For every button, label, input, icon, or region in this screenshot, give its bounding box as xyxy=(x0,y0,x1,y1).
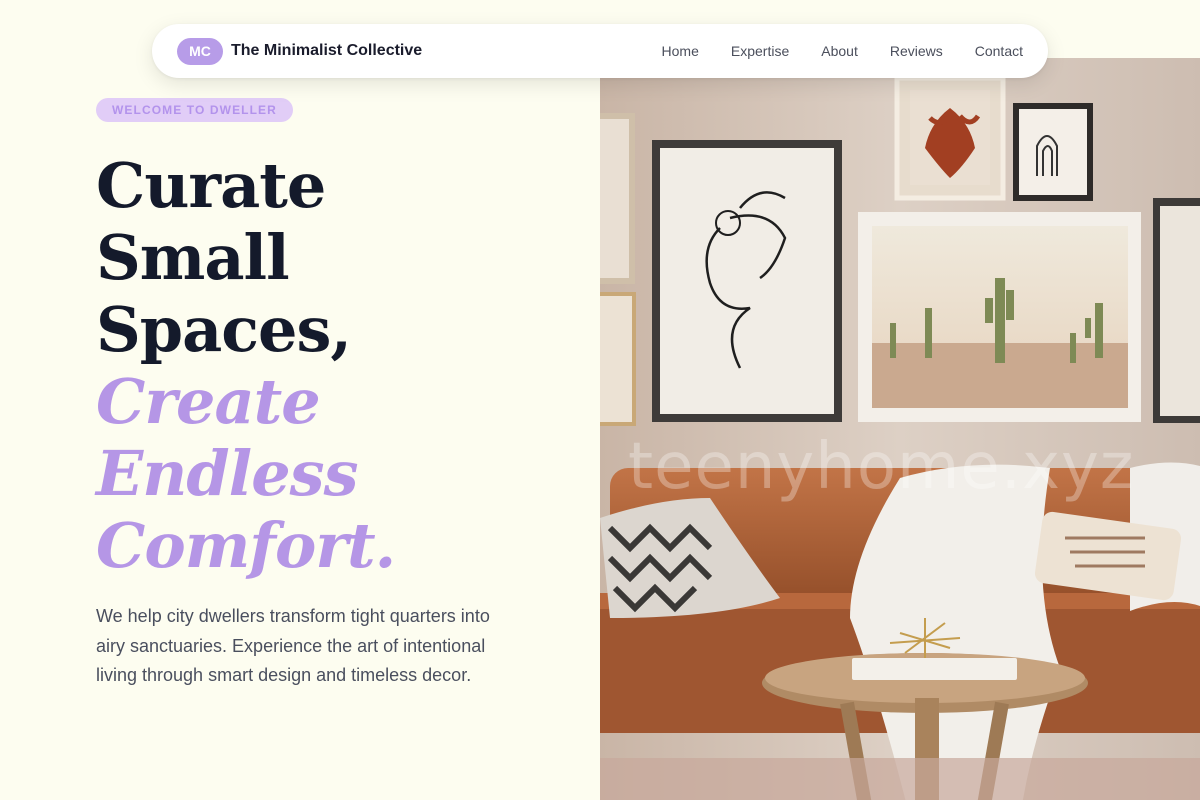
nav-links: Home Expertise About Reviews Contact xyxy=(662,43,1023,59)
nav-link-reviews[interactable]: Reviews xyxy=(890,43,943,59)
hero-description: We help city dwellers transform tight qu… xyxy=(96,606,490,685)
image-watermark: teenyhome.xyz xyxy=(628,430,1135,504)
brand-name[interactable]: The Minimalist Collective xyxy=(231,42,422,60)
hero-image: teenyhome.xyz xyxy=(600,58,1200,800)
nav-link-contact[interactable]: Contact xyxy=(975,43,1023,59)
nav-link-about[interactable]: About xyxy=(821,43,858,59)
nav-link-expertise[interactable]: Expertise xyxy=(731,43,789,59)
headline-line-2: Small xyxy=(96,221,290,294)
headline-accent-line-1: Create xyxy=(96,365,321,438)
headline-line-3: Spaces, xyxy=(96,293,352,366)
hero-headline: Curate Small Spaces, Create Endless Comf… xyxy=(96,149,396,582)
nav-link-home[interactable]: Home xyxy=(662,43,699,59)
brand[interactable]: MC The Minimalist Collective xyxy=(177,37,422,65)
headline-accent-line-2: Endless xyxy=(96,437,359,510)
logo-badge[interactable]: MC xyxy=(177,37,223,65)
top-navbar: MC The Minimalist Collective Home Expert… xyxy=(152,24,1048,78)
headline-accent-line-3: Comfort. xyxy=(96,509,396,582)
eyebrow-badge: WELCOME TO DWELLER xyxy=(96,98,293,122)
headline-line-1: Curate xyxy=(96,149,326,222)
